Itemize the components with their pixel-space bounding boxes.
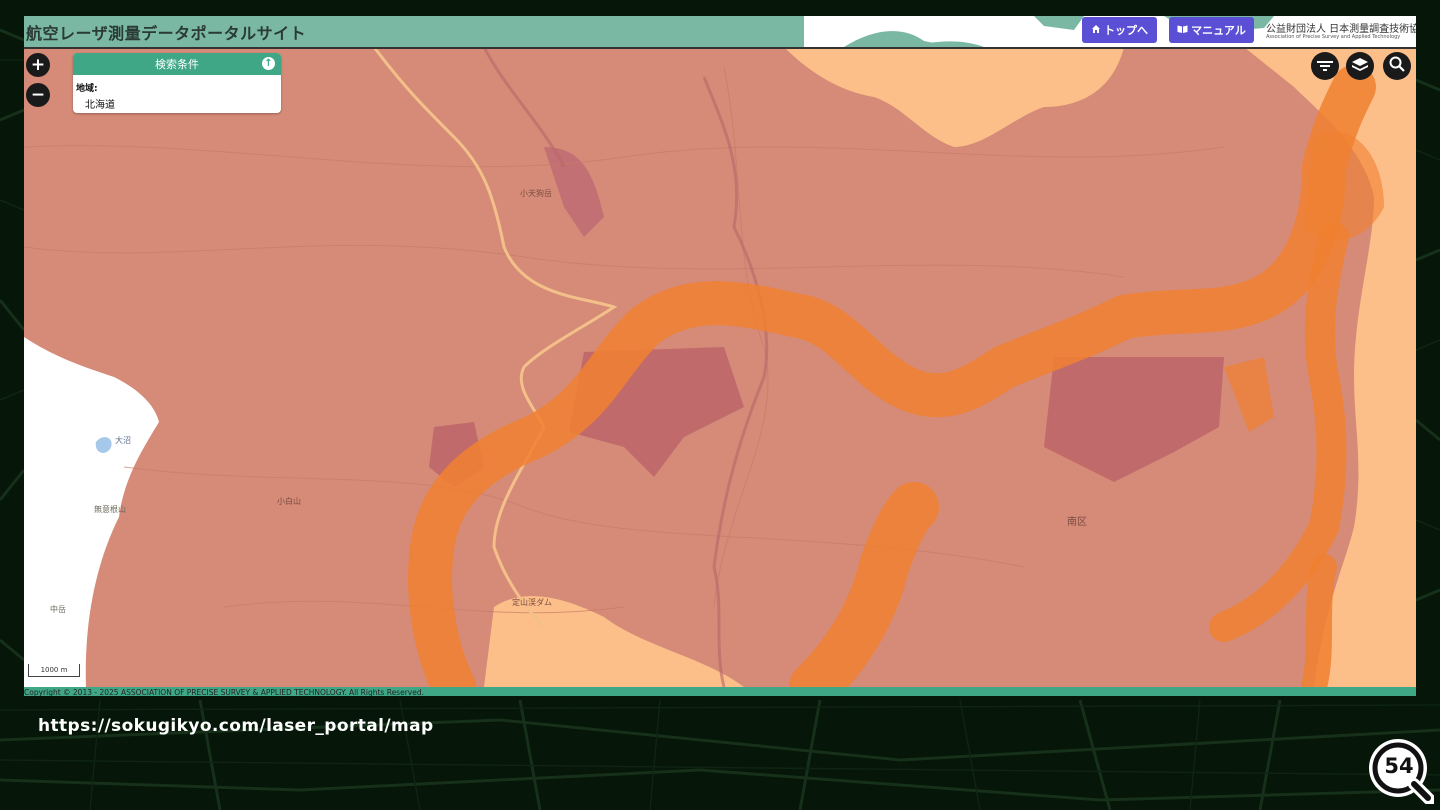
home-icon — [1091, 24, 1101, 37]
layers-icon — [1352, 57, 1368, 76]
map-label-minami-ku: 南区 — [1067, 517, 1087, 528]
plus-icon: + — [30, 55, 46, 75]
search-condition-panel: 検索条件 ↑ 地域: 北海道 — [73, 53, 281, 113]
search-button[interactable] — [1383, 52, 1411, 80]
map-label-kotengu-dake: 小天狗岳 — [520, 189, 552, 198]
site-title[interactable]: 航空レーザ測量データポータルサイト — [26, 20, 306, 44]
filter-button[interactable] — [1311, 52, 1339, 80]
search-condition-header[interactable]: 検索条件 ↑ — [73, 53, 281, 75]
copyright-text: Copyright © 2013 - 2025 ASSOCIATION OF P… — [24, 688, 424, 696]
organization-name: 公益財団法人 日本測量調査技術協 — [1266, 24, 1416, 35]
region-label: 地域: — [76, 84, 98, 94]
map-scale-bar: 1000 m — [28, 664, 80, 677]
map-label-onuma: 大沼 — [115, 436, 131, 445]
search-condition-title: 検索条件 — [155, 58, 199, 71]
map-label-kohaku-yama: 小白山 — [277, 497, 301, 506]
manual-label: マニュアル — [1191, 24, 1246, 37]
book-icon — [1177, 24, 1188, 37]
portal-url: https://sokugikyo.com/laser_portal/map — [38, 716, 434, 736]
map-label-muine-yama: 無意根山 — [94, 505, 126, 514]
search-icon — [1389, 56, 1405, 76]
minus-icon: − — [30, 85, 46, 105]
organization-name-en: Association of Precise Survey and Applie… — [1266, 34, 1401, 40]
layers-button[interactable] — [1346, 52, 1374, 80]
top-page-button[interactable]: トップへ — [1082, 17, 1157, 43]
region-value: 北海道 — [85, 100, 115, 111]
map-label-jozankei-dam: 定山渓ダム — [512, 598, 552, 607]
filter-icon — [1317, 57, 1333, 76]
portal-screenshot: 航空レーザ測量データポータルサイト トップへ マニュアル 公益財団法人 日本測量… — [24, 16, 1416, 696]
map-label-naka-dake: 中岳 — [50, 605, 66, 614]
manual-button[interactable]: マニュアル — [1169, 17, 1254, 43]
laser-strip — [1301, 554, 1337, 687]
collapse-arrow-icon[interactable]: ↑ — [262, 57, 275, 70]
zoom-in-button[interactable]: + — [26, 53, 50, 77]
page-number: 54 — [1384, 754, 1414, 778]
map-canvas[interactable] — [24, 47, 1416, 687]
header-bar: 航空レーザ測量データポータルサイト トップへ マニュアル 公益財団法人 日本測量… — [24, 16, 1416, 49]
top-page-label: トップへ — [1104, 24, 1148, 37]
zoom-out-button[interactable]: − — [26, 83, 50, 107]
